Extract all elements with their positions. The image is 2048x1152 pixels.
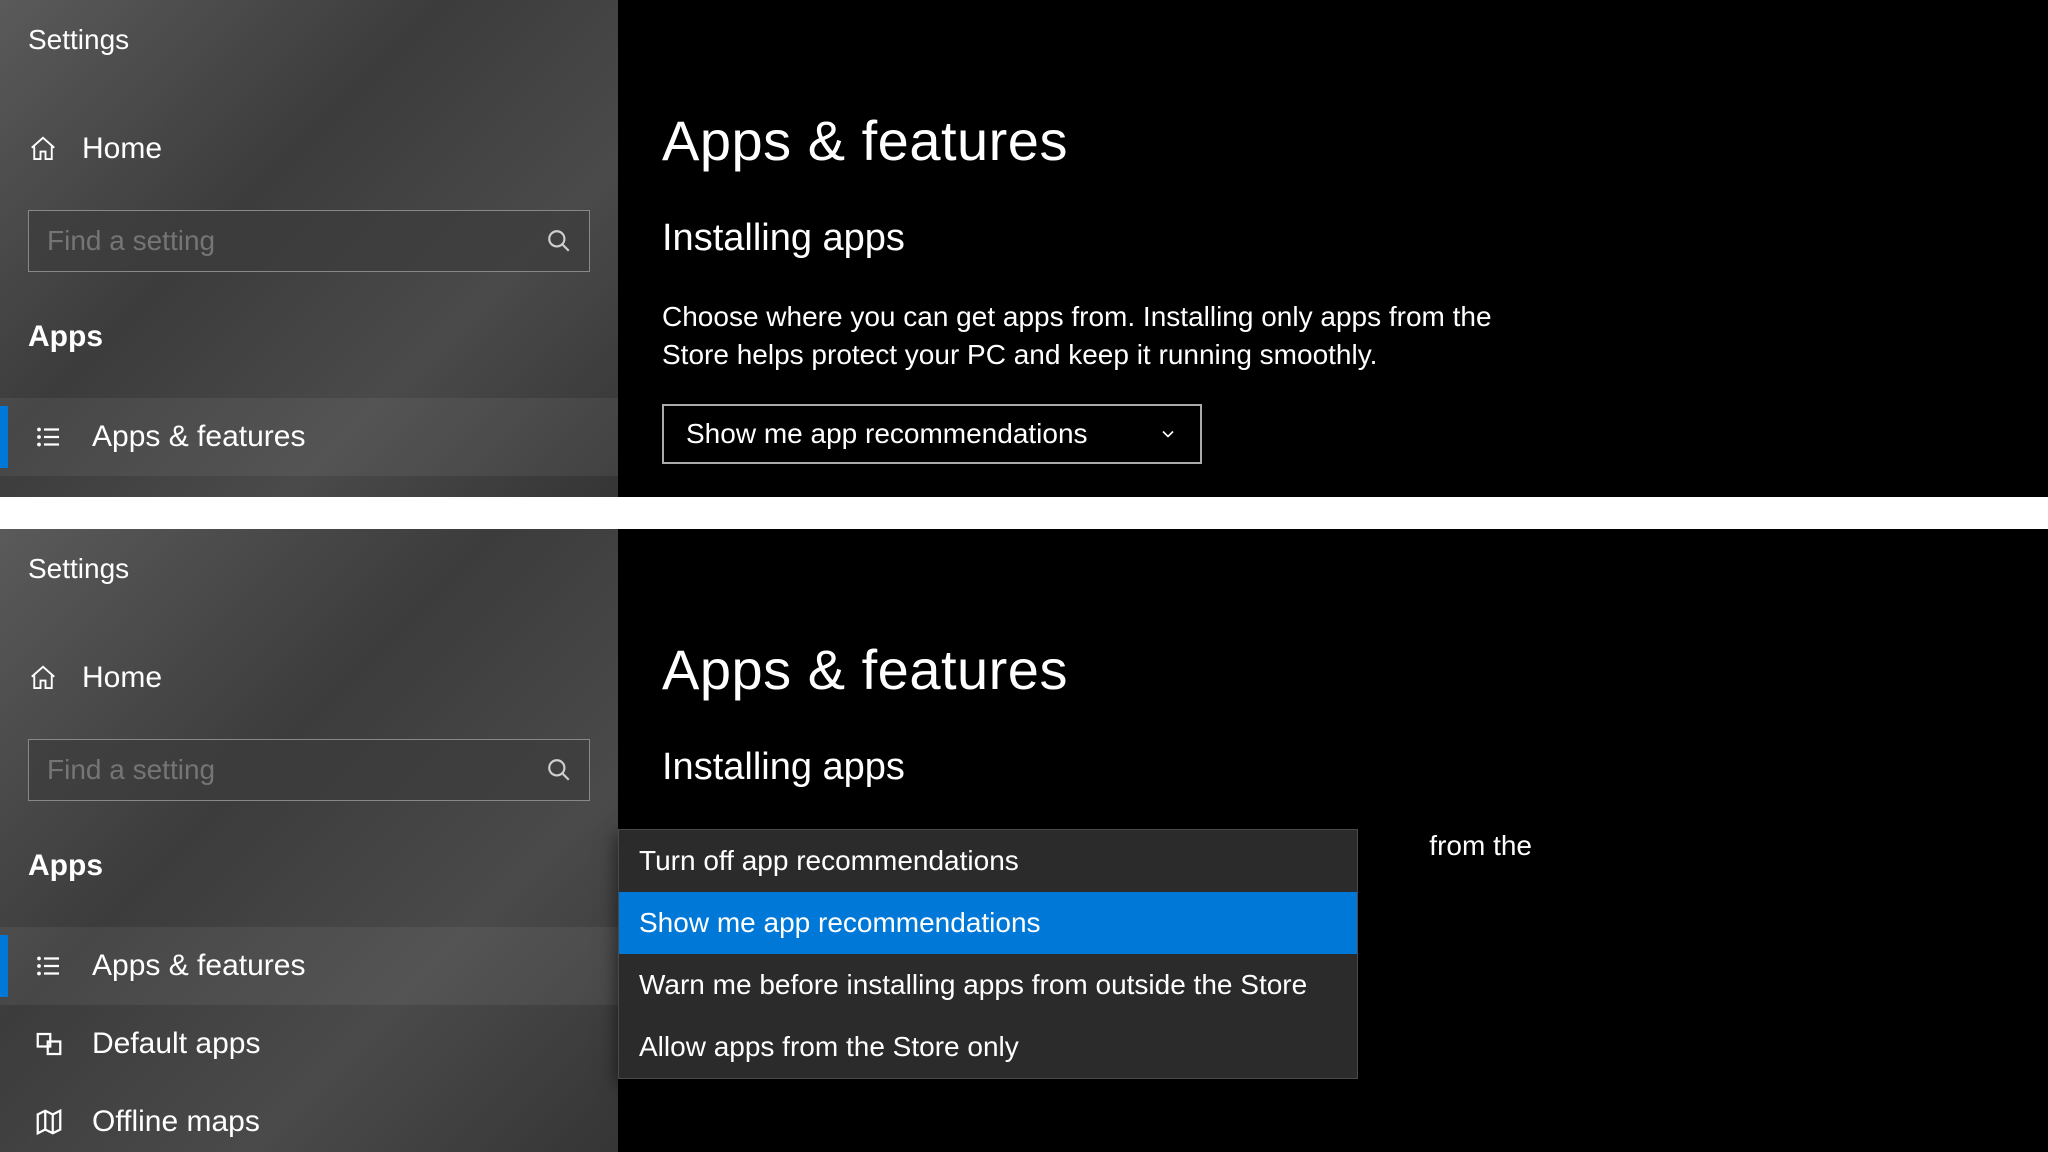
search-icon: [546, 757, 572, 783]
flyout-option-2[interactable]: Warn me before installing apps from outs…: [619, 954, 1357, 1016]
panel-bottom: Settings Home Apps Apps & features: [0, 529, 2048, 1152]
nav-apps-features-label: Apps & features: [92, 420, 305, 454]
settings-title: Settings: [0, 0, 618, 56]
install-source-dropdown[interactable]: Show me app recommendations: [662, 404, 1202, 464]
search-input[interactable]: [28, 210, 590, 272]
nav-list: Apps & features: [0, 398, 618, 476]
section-subheading: Installing apps: [662, 746, 2048, 789]
search-input[interactable]: [28, 739, 590, 801]
content-bottom: Apps & features Installing apps from the…: [618, 529, 2048, 1152]
nav-apps-features-label: Apps & features: [92, 949, 305, 983]
search-icon: [546, 228, 572, 254]
home-nav[interactable]: Home: [0, 661, 618, 695]
sidebar: Settings Home Apps Apps & features: [0, 529, 618, 1152]
nav-apps-features[interactable]: Apps & features: [0, 927, 618, 1005]
category-label: Apps: [0, 272, 618, 354]
nav-offline-maps[interactable]: Offline maps: [0, 1083, 618, 1152]
section-subheading: Installing apps: [662, 217, 2048, 260]
nav-list: Apps & features Default apps Offline map…: [0, 927, 618, 1152]
panel-top: Settings Home Apps Apps & features Apps …: [0, 0, 2048, 497]
flyout-option-1[interactable]: Show me app recommendations: [619, 892, 1357, 954]
content-top: Apps & features Installing apps Choose w…: [618, 0, 2048, 497]
page-title: Apps & features: [662, 108, 2048, 173]
nav-offline-maps-label: Offline maps: [92, 1105, 260, 1139]
settings-title: Settings: [0, 529, 618, 585]
home-label: Home: [82, 132, 162, 166]
section-description: Choose where you can get apps from. Inst…: [662, 298, 1532, 374]
map-icon: [34, 1107, 64, 1137]
default-apps-icon: [34, 1029, 64, 1059]
flyout-option-3[interactable]: Allow apps from the Store only: [619, 1016, 1357, 1078]
list-icon: [34, 951, 64, 981]
nav-apps-features[interactable]: Apps & features: [0, 398, 618, 476]
chevron-down-icon: [1158, 424, 1178, 444]
nav-default-apps-label: Default apps: [92, 1027, 260, 1061]
nav-default-apps[interactable]: Default apps: [0, 1005, 618, 1083]
page-title: Apps & features: [662, 637, 2048, 702]
category-label: Apps: [0, 801, 618, 883]
flyout-option-0[interactable]: Turn off app recommendations: [619, 830, 1357, 892]
list-icon: [34, 422, 64, 452]
sidebar: Settings Home Apps Apps & features: [0, 0, 618, 497]
home-icon: [28, 663, 58, 693]
home-nav[interactable]: Home: [0, 132, 618, 166]
search-wrap: [28, 210, 590, 272]
install-source-flyout: Turn off app recommendations Show me app…: [618, 829, 1358, 1079]
home-icon: [28, 134, 58, 164]
dropdown-value: Show me app recommendations: [686, 418, 1088, 450]
home-label: Home: [82, 661, 162, 695]
search-wrap: [28, 739, 590, 801]
